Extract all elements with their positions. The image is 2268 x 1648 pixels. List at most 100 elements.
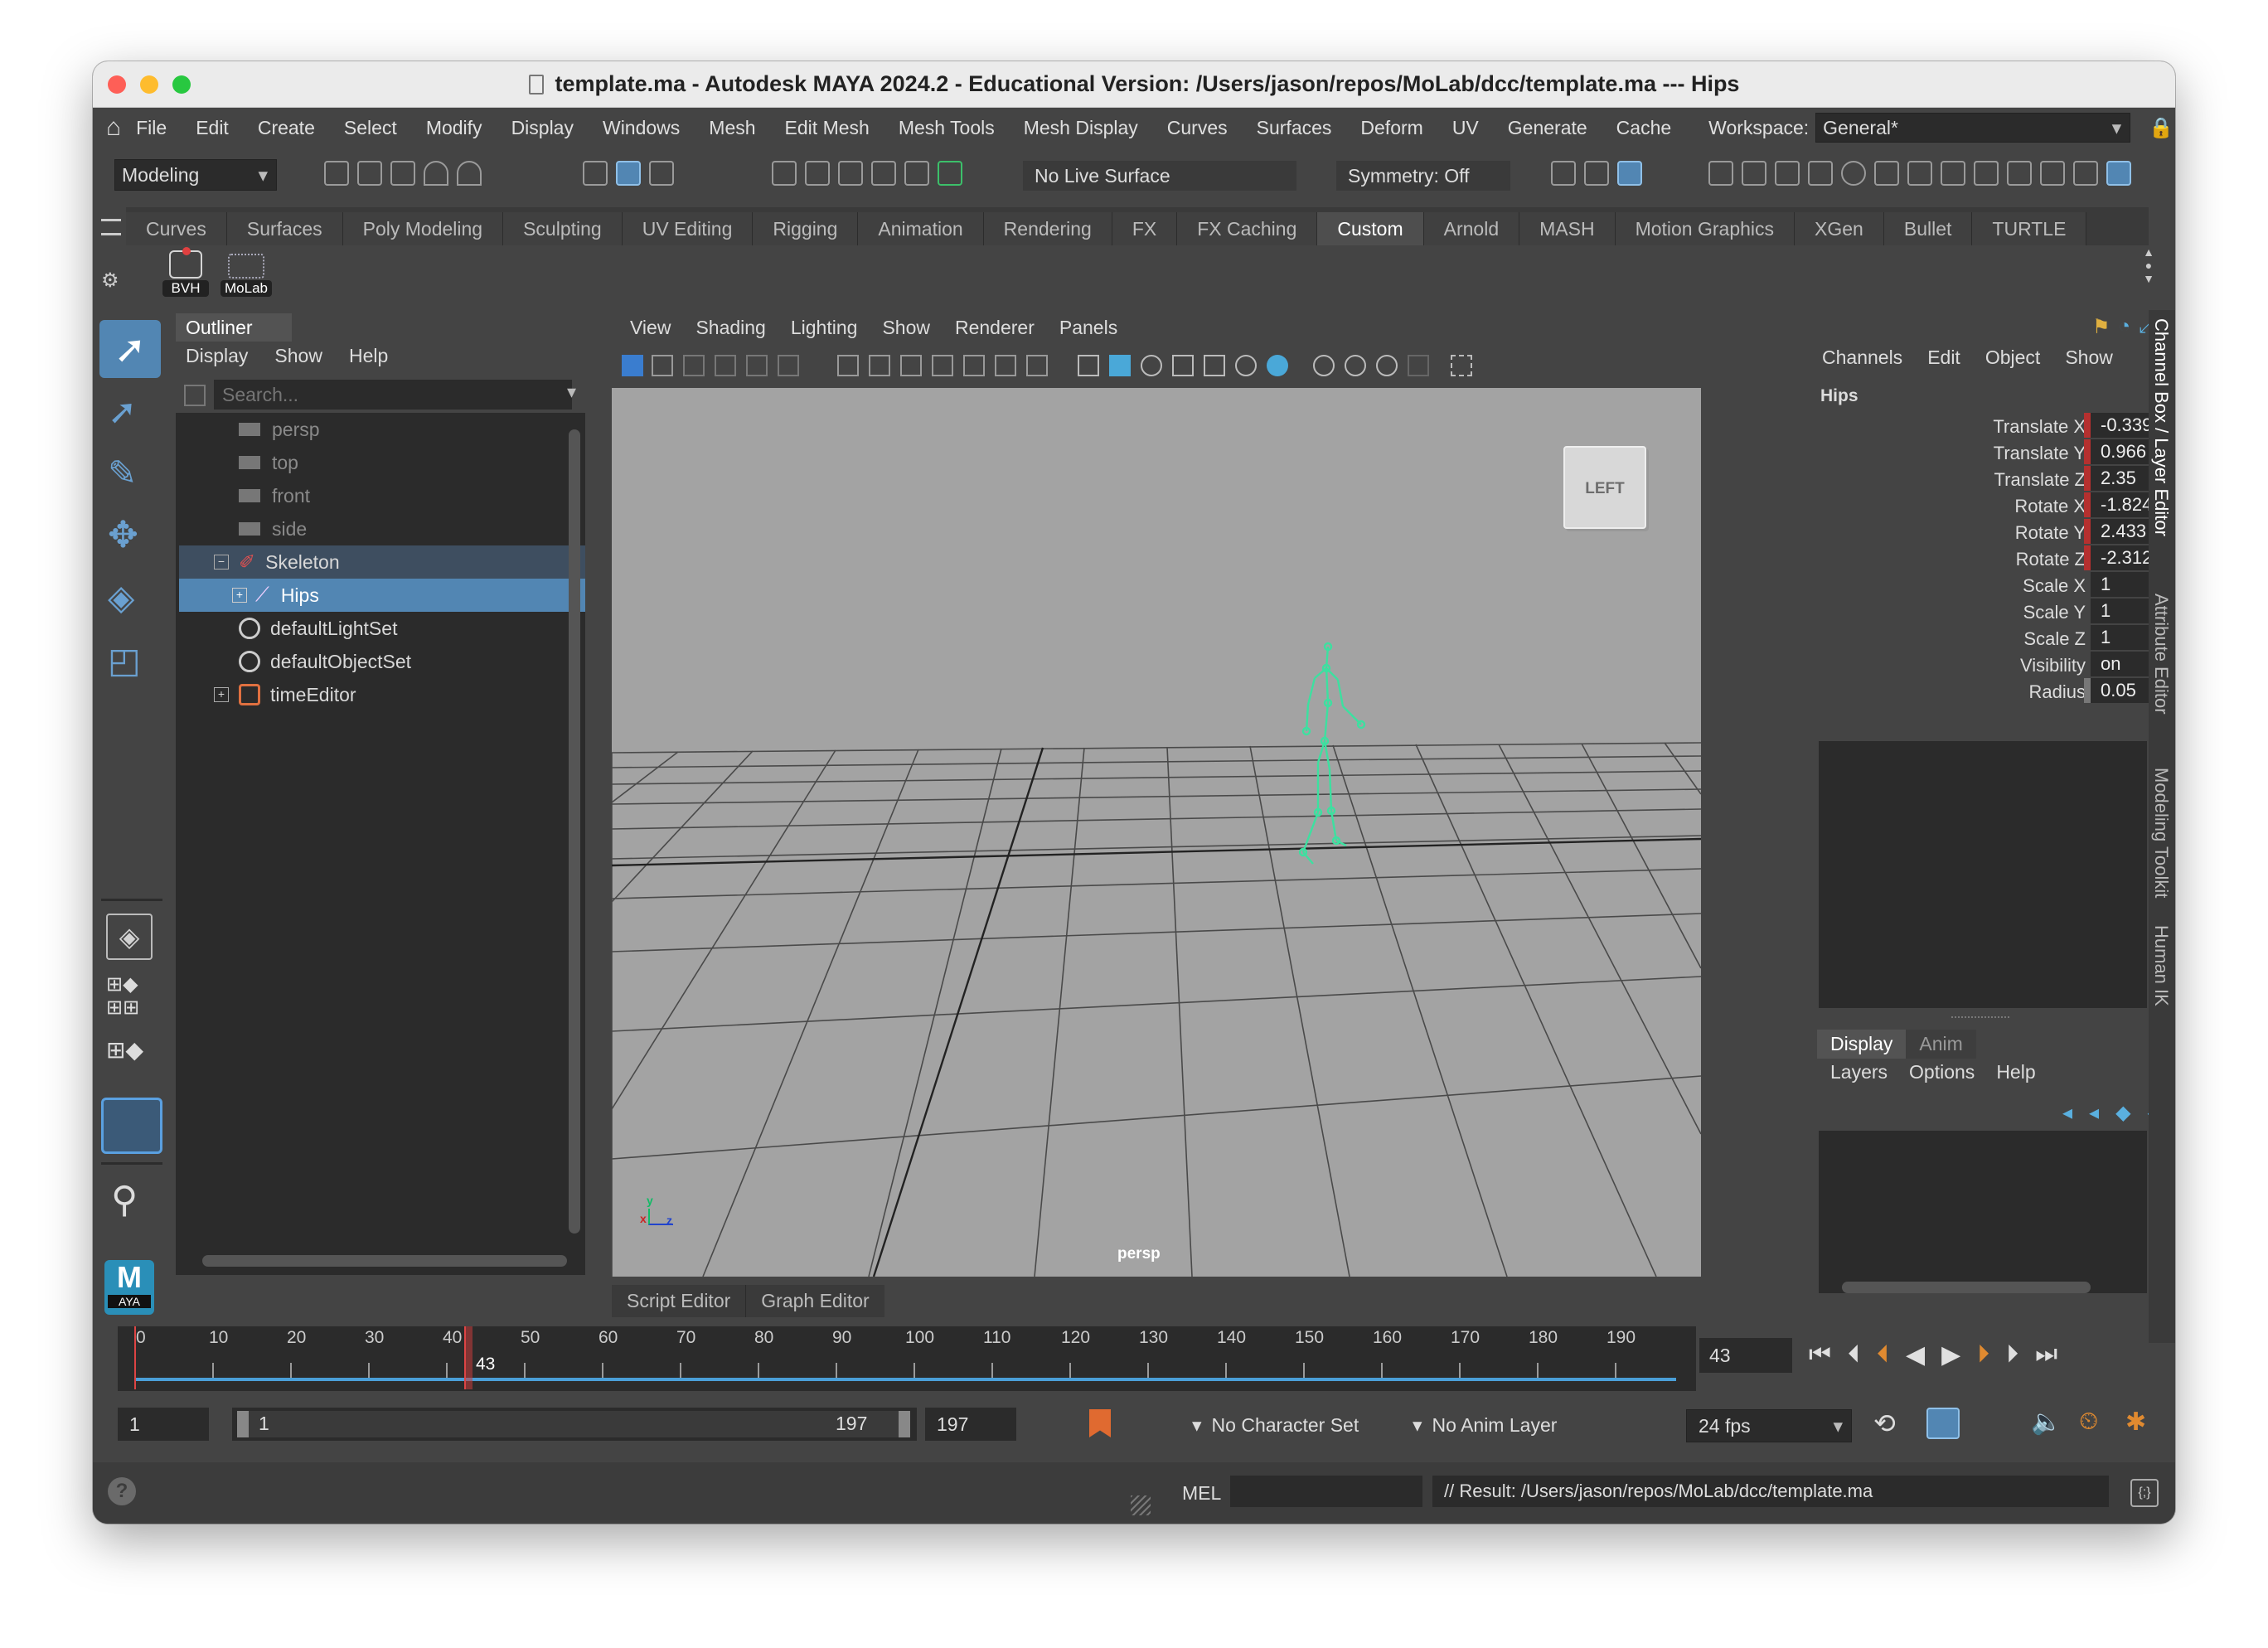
save-scene-icon[interactable] (390, 161, 415, 186)
snap-curve-icon[interactable] (805, 161, 830, 186)
new-layer-icon[interactable]: ◆ (2115, 1101, 2130, 1125)
menuset-dropdown[interactable]: Modeling ▾ (114, 159, 277, 191)
channel-row[interactable]: Scale Z1 (1810, 625, 2175, 652)
shelf-tab-curves[interactable]: Curves (126, 212, 227, 245)
channel-menu-show[interactable]: Show (2065, 347, 2113, 369)
snap-projected-icon[interactable] (871, 161, 896, 186)
menu-generate[interactable]: Generate (1508, 117, 1587, 139)
channel-box-toggle-icon[interactable] (2106, 161, 2131, 186)
shelf-tab-mash[interactable]: MASH (1519, 212, 1616, 245)
four-view-layout-icon[interactable]: ⊞◆ ⊞⊞ (106, 973, 154, 1021)
shadows-icon[interactable] (1267, 355, 1288, 376)
menu-surfaces[interactable]: Surfaces (1257, 117, 1332, 139)
channel-row[interactable]: Scale X1 (1810, 572, 2175, 599)
new-scene-icon[interactable] (324, 161, 349, 186)
layer-menu-help[interactable]: Help (1996, 1061, 2035, 1083)
outliner-menu-display[interactable]: Display (186, 345, 248, 367)
resize-handle-icon[interactable] (1131, 1495, 1151, 1515)
default-material-icon[interactable] (1141, 355, 1162, 376)
move-tool-icon[interactable]: ✥ (108, 514, 138, 556)
side-tab-modeling-toolkit[interactable]: Modeling Toolkit (2150, 768, 2172, 898)
channel-row[interactable]: Translate Z 2.35 (1810, 466, 2175, 492)
shelf-tab-animation[interactable]: Animation (858, 212, 984, 245)
channel-row[interactable]: Rotate Z -2.312 (1810, 545, 2175, 572)
select-object-icon[interactable] (616, 161, 641, 186)
open-scene-icon[interactable] (357, 161, 382, 186)
field-chart-icon[interactable] (963, 355, 985, 376)
select-component-icon[interactable] (649, 161, 674, 186)
outliner-vertical-scrollbar[interactable] (569, 429, 580, 1234)
viewport-3d[interactable]: LEFT y x z persp (612, 388, 1701, 1277)
resolution-gate-icon[interactable] (900, 355, 922, 376)
move-layer-down-icon[interactable]: ◂ (2089, 1101, 2099, 1125)
shelf-tab-turtle[interactable]: TURTLE (1972, 212, 2087, 245)
expand-icon[interactable]: + (214, 687, 229, 702)
depth-of-field-icon[interactable] (1408, 355, 1429, 376)
safe-title-icon[interactable] (1026, 355, 1048, 376)
expand-icon[interactable]: + (232, 588, 247, 603)
twod-pan-zoom-icon[interactable] (746, 355, 768, 376)
shelf-button-bvh[interactable]: BVH (162, 247, 209, 300)
outliner-item-top[interactable]: top (179, 446, 585, 479)
shelf-tab-fx[interactable]: FX (1112, 212, 1178, 245)
snap-view-plane-icon[interactable] (904, 161, 929, 186)
step-forward-key-icon[interactable]: ⏵ (2006, 1340, 2018, 1369)
chevron-down-icon[interactable]: ▾ (567, 381, 576, 403)
grease-pencil-icon[interactable] (778, 355, 799, 376)
channel-box-speed-icon[interactable]: ◔ (2119, 315, 2131, 339)
outliner-horizontal-scrollbar[interactable] (202, 1255, 567, 1267)
time-slider[interactable]: 0 10 20 30 40 50 60 70 80 90 100 110 120… (118, 1326, 1696, 1391)
menu-modify[interactable]: Modify (426, 117, 482, 139)
shelf-tab-rendering[interactable]: Rendering (983, 212, 1112, 245)
anim-layer-dropdown[interactable]: ▾ No Anim Layer (1413, 1409, 1611, 1441)
sound-icon[interactable]: 🔈 (2031, 1408, 2062, 1437)
search-icon[interactable]: ⚲ (111, 1179, 138, 1221)
shelf-tab-poly-modeling[interactable]: Poly Modeling (342, 212, 504, 245)
command-language[interactable]: MEL (1182, 1482, 1221, 1505)
channel-row[interactable]: Translate X -0.339 (1810, 413, 2175, 439)
shelf-tab-custom[interactable]: Custom (1317, 212, 1424, 245)
menu-create[interactable]: Create (258, 117, 315, 139)
channel-row[interactable]: Radius 0.05 (1810, 678, 2175, 705)
snap-point-icon[interactable] (838, 161, 863, 186)
render-frame-icon[interactable] (1708, 161, 1733, 186)
zoom-button[interactable] (172, 75, 191, 94)
menu-windows[interactable]: Windows (603, 117, 680, 139)
go-to-end-icon[interactable]: ⏭ (2035, 1340, 2057, 1369)
tool-settings-toggle-icon[interactable] (2073, 161, 2098, 186)
viewport-menu-shading[interactable]: Shading (695, 317, 765, 339)
shelf-tab-xgen[interactable]: XGen (1795, 212, 1884, 245)
render-view-icon[interactable] (1874, 161, 1899, 186)
attribute-editor-toggle-icon[interactable] (2040, 161, 2065, 186)
channel-row[interactable]: Rotate Y 2.433 (1810, 519, 2175, 545)
shelf-tab-uv-editing[interactable]: UV Editing (622, 212, 754, 245)
cache-playback-icon[interactable] (1926, 1408, 1960, 1439)
image-plane-icon[interactable] (715, 355, 736, 376)
shelf-tab-sculpting[interactable]: Sculpting (503, 212, 623, 245)
shelf-tab-rigging[interactable]: Rigging (753, 212, 859, 245)
shelf-menu-icon[interactable] (101, 219, 121, 235)
step-back-frame-icon[interactable]: ⏴ (1877, 1340, 1889, 1369)
input-ops-icon[interactable] (1551, 161, 1576, 186)
menu-deform[interactable]: Deform (1360, 117, 1422, 139)
menu-uv[interactable]: UV (1452, 117, 1479, 139)
channel-menu-edit[interactable]: Edit (1927, 347, 1960, 369)
outliner-layout-icon[interactable] (101, 1098, 162, 1154)
film-gate-icon[interactable] (869, 355, 890, 376)
viewport-menu-lighting[interactable]: Lighting (791, 317, 858, 339)
channel-row[interactable]: Scale Y1 (1810, 599, 2175, 625)
splitter-handle[interactable] (1951, 1016, 2009, 1020)
menu-curves[interactable]: Curves (1167, 117, 1228, 139)
help-icon[interactable]: ? (108, 1477, 136, 1505)
lasso-tool-icon[interactable]: ➚ (108, 391, 137, 432)
loop-icon[interactable]: ⟲ (1873, 1408, 1896, 1439)
play-backward-icon[interactable]: ◀ (1906, 1340, 1925, 1369)
channel-row[interactable]: Rotate X -1.824 (1810, 492, 2175, 519)
scene-start-field[interactable]: 1 (118, 1408, 209, 1441)
symmetry-dropdown[interactable]: Symmetry: Off (1336, 161, 1510, 191)
tab-display[interactable]: Display (1817, 1030, 1907, 1059)
scale-tool-icon[interactable]: ◰ (108, 640, 141, 681)
isolate-select-icon[interactable] (1451, 355, 1472, 376)
menu-select[interactable]: Select (344, 117, 397, 139)
gate-mask-icon[interactable] (932, 355, 953, 376)
